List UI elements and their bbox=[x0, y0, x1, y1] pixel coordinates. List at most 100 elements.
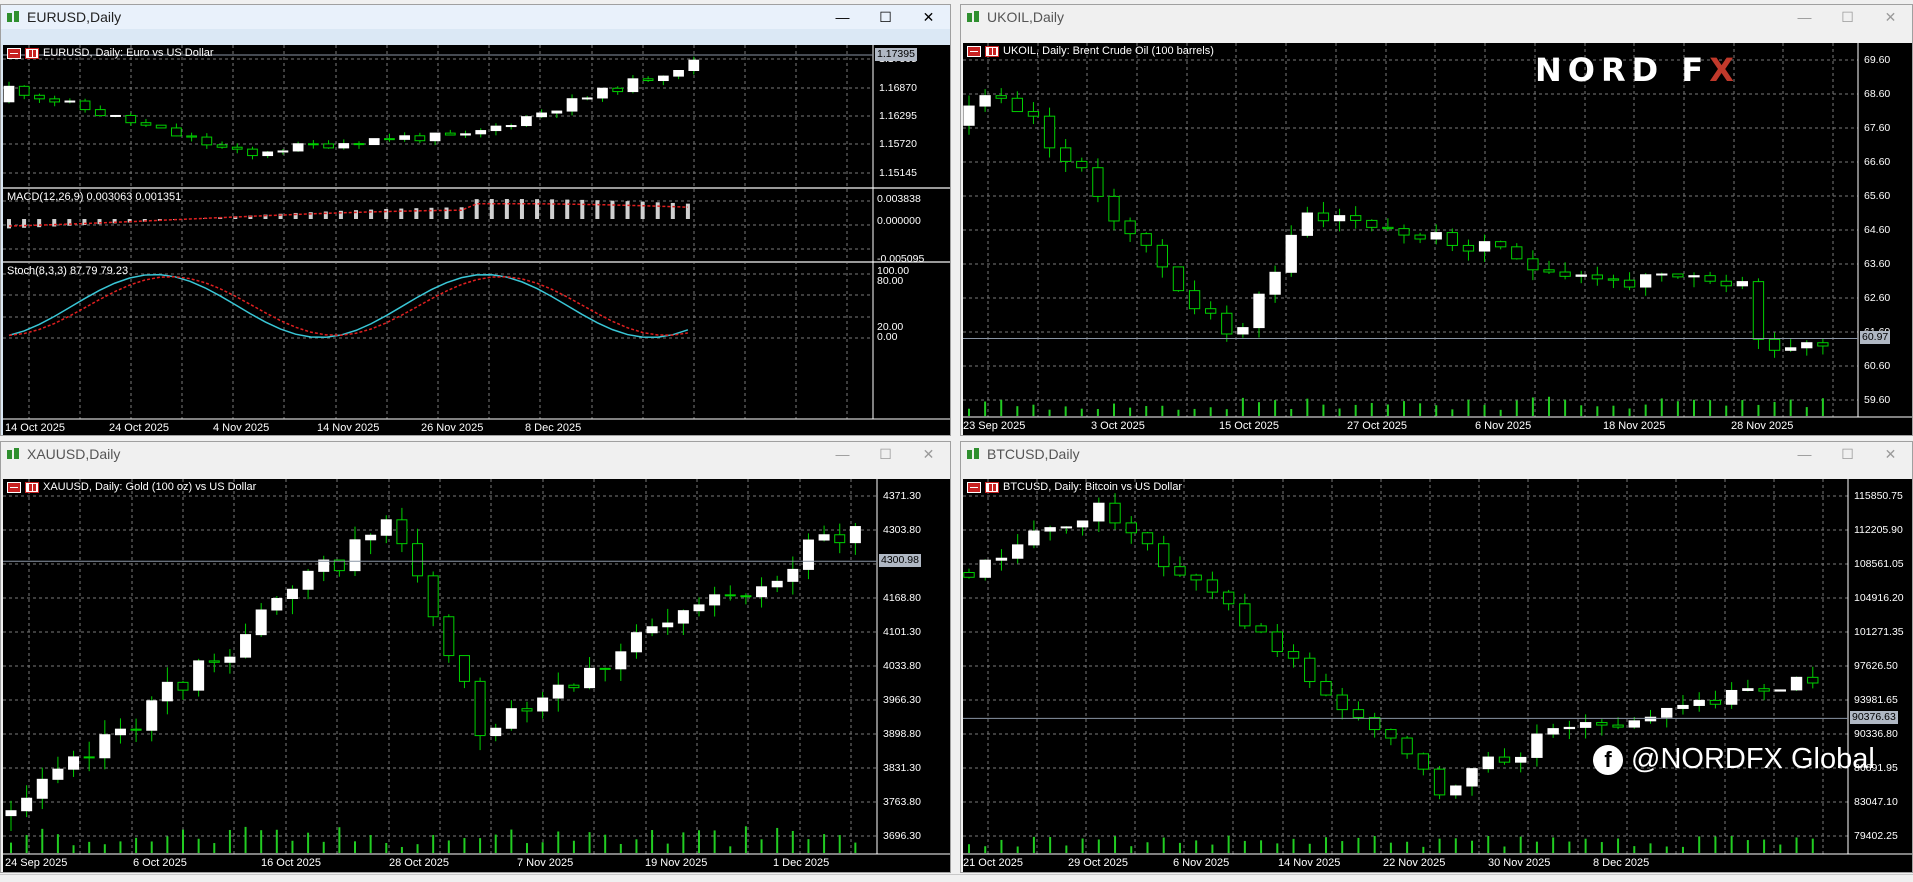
window-xauusd[interactable]: XAUUSD,Daily — ☐ ✕ 4371.304303.804236.30… bbox=[0, 441, 951, 873]
candle-body bbox=[225, 657, 235, 662]
macd-label: MACD(12,26,9) 0.003063 0.001351 bbox=[7, 191, 181, 203]
candle-body bbox=[1710, 700, 1720, 704]
candle-body bbox=[1191, 575, 1201, 580]
price-tick-label: 79402.25 bbox=[1854, 830, 1898, 842]
candle-body bbox=[643, 79, 653, 81]
minimize-button[interactable]: — bbox=[1783, 442, 1826, 466]
candle-body bbox=[1288, 652, 1298, 659]
candle-body bbox=[1077, 521, 1087, 527]
candle-body bbox=[522, 709, 532, 711]
candle-body bbox=[1028, 112, 1038, 117]
price-tick-label: 4303.80 bbox=[883, 524, 921, 536]
candle-body bbox=[631, 633, 641, 652]
macd-bar bbox=[354, 210, 358, 219]
minimize-button[interactable]: — bbox=[1783, 5, 1826, 29]
close-button[interactable]: ✕ bbox=[907, 442, 950, 466]
candle-body bbox=[461, 134, 471, 135]
candle-body bbox=[1613, 725, 1623, 727]
candle-body bbox=[1189, 291, 1199, 309]
candle-body bbox=[1678, 705, 1688, 708]
price-tick-label: 65.60 bbox=[1864, 190, 1890, 202]
candle-body bbox=[1207, 580, 1217, 592]
price-tick-label: 62.60 bbox=[1864, 292, 1890, 304]
candle-body bbox=[256, 610, 266, 635]
titlebar[interactable]: UKOIL,Daily — ☐ ✕ bbox=[961, 5, 1912, 29]
price-tick-label: 66.60 bbox=[1864, 156, 1890, 168]
window-eurusd[interactable]: EURUSD,Daily — ☐ ✕ 1.173951.168701.16295… bbox=[0, 4, 951, 436]
window-btcusd[interactable]: BTCUSD,Daily — ☐ ✕ 115850.75112205.90108… bbox=[960, 441, 1913, 873]
candle-body bbox=[1694, 700, 1704, 705]
candle-body bbox=[459, 656, 469, 682]
candle-body bbox=[1624, 280, 1634, 287]
macd-bar bbox=[550, 199, 554, 219]
chart-area[interactable]: 115850.75112205.90108561.05104916.201012… bbox=[963, 479, 1912, 872]
flag-icon bbox=[7, 482, 21, 493]
candle-body bbox=[339, 144, 349, 148]
macd-bar bbox=[656, 202, 660, 219]
candle-body bbox=[272, 599, 282, 610]
price-tick-label: 63.60 bbox=[1864, 258, 1890, 270]
candle-body bbox=[1094, 503, 1104, 521]
candle-body bbox=[1402, 738, 1412, 754]
price-tick-label: 60.60 bbox=[1864, 360, 1890, 372]
candle-body bbox=[1238, 328, 1248, 334]
flag-icon bbox=[985, 46, 999, 57]
price-tick-label: 3696.30 bbox=[883, 830, 921, 842]
candle-body bbox=[1629, 721, 1639, 727]
candle-body bbox=[658, 76, 668, 80]
candle-body bbox=[1415, 235, 1425, 239]
maximize-button[interactable]: ☐ bbox=[1826, 442, 1869, 466]
date-tick-label: 8 Dec 2025 bbox=[1593, 857, 1649, 869]
window-ukoil[interactable]: UKOIL,Daily — ☐ ✕ 69.6068.6067.6066.6065… bbox=[960, 4, 1913, 436]
maximize-button[interactable]: ☐ bbox=[864, 5, 907, 29]
candle-body bbox=[1496, 242, 1506, 247]
candle-body bbox=[1645, 717, 1655, 721]
symbol-description: BTCUSD, Daily: Bitcoin vs US Dollar bbox=[967, 481, 1182, 493]
candle-body bbox=[178, 682, 188, 690]
maximize-button[interactable]: ☐ bbox=[864, 442, 907, 466]
flag-icon bbox=[967, 46, 981, 57]
candle-body bbox=[1399, 229, 1409, 235]
candle-body bbox=[69, 757, 79, 769]
candle-body bbox=[1673, 274, 1683, 277]
macd-tick-label: 0.003838 bbox=[877, 193, 921, 205]
candle-body bbox=[552, 111, 562, 113]
candle-body bbox=[415, 136, 425, 141]
chart-area[interactable]: 1.173951.168701.162951.157201.151451.173… bbox=[3, 45, 950, 435]
candle-body bbox=[1467, 769, 1477, 786]
date-tick-label: 8 Dec 2025 bbox=[525, 422, 581, 434]
date-tick-label: 29 Oct 2025 bbox=[1068, 857, 1128, 869]
candle-body bbox=[1592, 275, 1602, 279]
maximize-button[interactable]: ☐ bbox=[1826, 5, 1869, 29]
candle-body bbox=[397, 520, 407, 544]
macd-bar bbox=[475, 199, 479, 219]
titlebar[interactable]: BTCUSD,Daily — ☐ ✕ bbox=[961, 442, 1912, 466]
candle-body bbox=[1512, 247, 1522, 259]
candle-body bbox=[1318, 213, 1328, 221]
symbol-subtitle: BTCUSD, Daily: Bitcoin vs US Dollar bbox=[1003, 481, 1182, 493]
close-button[interactable]: ✕ bbox=[907, 5, 950, 29]
titlebar[interactable]: XAUUSD,Daily — ☐ ✕ bbox=[1, 442, 950, 466]
titlebar[interactable]: EURUSD,Daily — ☐ ✕ bbox=[1, 5, 950, 29]
chart-area[interactable]: 4371.304303.804236.304168.804101.304033.… bbox=[3, 479, 950, 872]
date-tick-label: 14 Nov 2025 bbox=[317, 422, 379, 434]
price-tick-label: 93981.65 bbox=[1854, 694, 1898, 706]
candle-body bbox=[444, 617, 454, 656]
macd-bar bbox=[686, 204, 690, 219]
minimize-button[interactable]: — bbox=[821, 442, 864, 466]
candle-body bbox=[1548, 729, 1558, 734]
close-button[interactable]: ✕ bbox=[1869, 442, 1912, 466]
current-price-tag: 90376.63 bbox=[1850, 711, 1898, 724]
candle-body bbox=[819, 535, 829, 540]
candle-body bbox=[1012, 98, 1022, 111]
price-tick-label: 3763.80 bbox=[883, 796, 921, 808]
close-button[interactable]: ✕ bbox=[1869, 5, 1912, 29]
candle-body bbox=[1483, 757, 1493, 769]
macd-bar bbox=[429, 208, 433, 219]
minimize-button[interactable]: — bbox=[821, 5, 864, 29]
candle-body bbox=[217, 145, 227, 147]
candle-body bbox=[1173, 267, 1183, 291]
candle-body bbox=[678, 611, 688, 623]
chart-area[interactable]: 69.6068.6067.6066.6065.6064.6063.6062.60… bbox=[963, 43, 1912, 435]
candle-body bbox=[1580, 723, 1590, 728]
